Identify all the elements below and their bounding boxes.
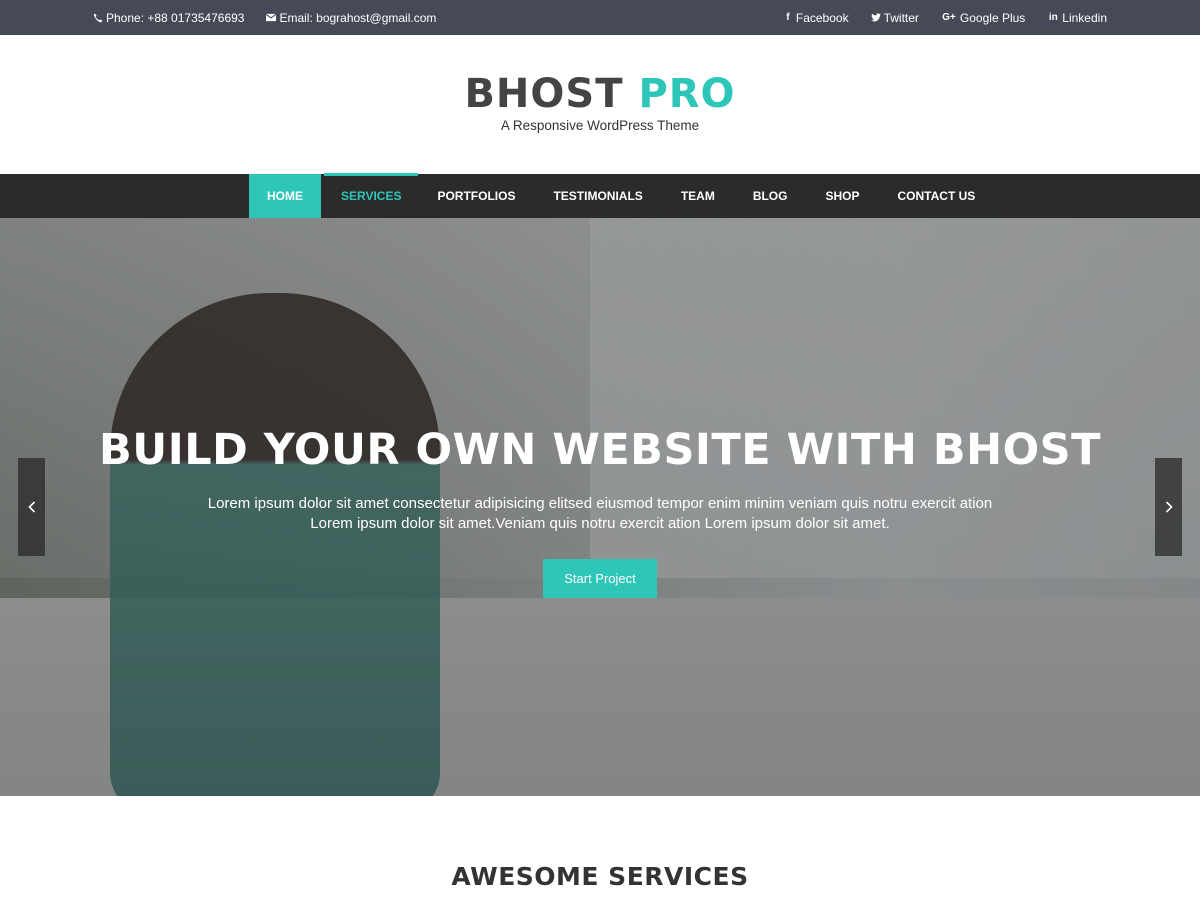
nav-item-contact-us[interactable]: CONTACT US (879, 174, 995, 218)
twitter-link[interactable]: Twitter (870, 10, 919, 25)
nav-item-blog[interactable]: BLOG (734, 174, 807, 218)
hero-description: Lorem ipsum dolor sit amet consectetur a… (0, 494, 1200, 534)
chevron-left-icon (27, 501, 35, 513)
email-info[interactable]: Email: bograhost@gmail.com (266, 11, 436, 25)
twitter-icon (870, 12, 881, 24)
hero-title: BUILD YOUR OWN WEBSITE WITH BHOST (99, 425, 1101, 475)
contact-info: Phone: +88 01735476693 Email: bograhost@… (93, 0, 436, 35)
twitter-label: Twitter (883, 10, 919, 25)
site-logo[interactable]: BHOST PRO (0, 71, 1200, 117)
phone-text: Phone: +88 01735476693 (106, 10, 245, 25)
hero-slider: BUILD YOUR OWN WEBSITE WITH BHOST Lorem … (0, 218, 1200, 796)
top-bar: Phone: +88 01735476693 Email: bograhost@… (0, 0, 1200, 35)
start-project-button[interactable]: Start Project (543, 559, 657, 598)
slider-next-button[interactable] (1155, 458, 1182, 556)
facebook-link[interactable]: f Facebook (783, 10, 849, 25)
logo-word-bhost: BHOST (464, 71, 624, 117)
linkedin-icon: in (1048, 12, 1058, 23)
linkedin-link[interactable]: in Linkedin (1047, 11, 1107, 25)
nav-item-services[interactable]: SERVICES (324, 173, 419, 218)
nav-item-shop[interactable]: SHOP (806, 174, 878, 218)
nav-item-team[interactable]: TEAM (662, 174, 734, 218)
site-header: BHOST PRO A Responsive WordPress Theme (0, 35, 1200, 174)
chevron-right-icon (1165, 501, 1173, 513)
main-navigation: HOME SERVICES PORTFOLIOS TESTIMONIALS TE… (0, 173, 1200, 218)
phone-info: Phone: +88 01735476693 (93, 11, 244, 25)
nav-item-home[interactable]: HOME (249, 174, 321, 218)
linkedin-label: Linkedin (1062, 10, 1107, 25)
services-section-title: AWESOME SERVICES (451, 862, 749, 891)
google-plus-label: Google Plus (959, 10, 1026, 25)
email-text: Email: bograhost@gmail.com (279, 10, 437, 25)
site-tagline: A Responsive WordPress Theme (500, 118, 700, 133)
envelope-icon (266, 12, 277, 24)
facebook-label: Facebook (795, 10, 849, 25)
google-plus-link[interactable]: G+ Google Plus (941, 11, 1025, 25)
nav-item-portfolios[interactable]: PORTFOLIOS (418, 174, 534, 218)
phone-icon (93, 12, 103, 24)
logo-word-pro: PRO (638, 71, 736, 117)
social-links: f Facebook Twitter G+ Google Plus in Lin… (783, 0, 1107, 35)
nav-menu: HOME SERVICES PORTFOLIOS TESTIMONIALS TE… (249, 173, 995, 218)
google-plus-icon: G+ (942, 12, 956, 23)
hero-description-line-1: Lorem ipsum dolor sit amet consectetur a… (207, 495, 993, 512)
slider-prev-button[interactable] (18, 458, 45, 556)
nav-item-testimonials[interactable]: TESTIMONIALS (534, 174, 661, 218)
facebook-icon: f (786, 12, 790, 23)
hero-description-line-2: Lorem ipsum dolor sit amet.Veniam quis n… (310, 515, 890, 532)
